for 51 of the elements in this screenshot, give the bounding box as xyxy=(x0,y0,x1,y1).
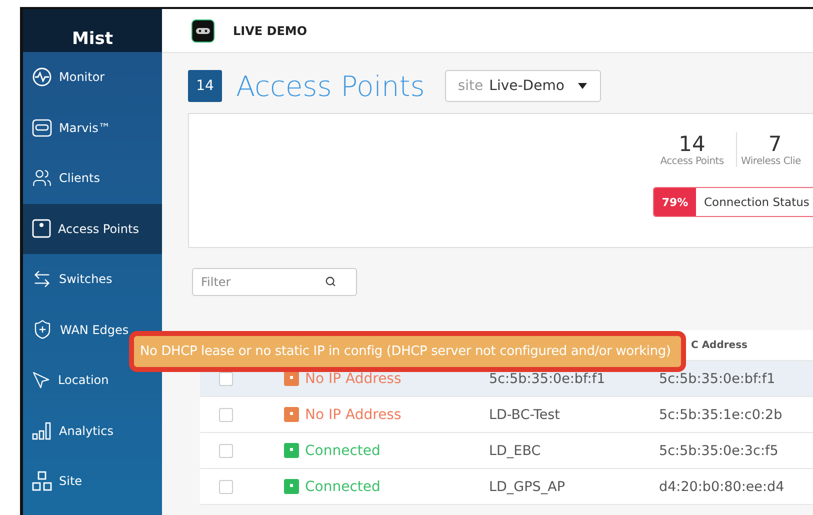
name-cell-text: LD_GPS_AP xyxy=(489,478,566,494)
mac-cell-text: d4:20:b0:80:ee:d4 xyxy=(659,478,786,494)
status-icon xyxy=(284,371,299,386)
stat-label: Access Points xyxy=(660,156,724,167)
row-checkbox[interactable] xyxy=(219,480,233,494)
sidebar-item[interactable]: Access Points xyxy=(23,204,162,254)
status-text: Connected xyxy=(284,478,489,494)
row-checkbox[interactable] xyxy=(219,444,233,458)
status-text: No IP Address xyxy=(284,370,489,386)
status-text: Connected xyxy=(284,442,489,458)
sidebar-item[interactable]: Marvis™ xyxy=(23,102,139,153)
live-demo-title: LIVE DEMO xyxy=(233,24,308,38)
pulse-icon xyxy=(32,67,52,88)
mist-logo: Mist xyxy=(23,9,162,52)
connection-status-button[interactable]: 79% Connection Status xyxy=(653,187,813,217)
robot-icon xyxy=(32,118,52,137)
tooltip: No DHCP lease or no static IP in config (DHCP server not configured and/or working) xyxy=(129,331,686,372)
access-point-icon xyxy=(32,219,51,238)
robot-icon xyxy=(191,18,215,42)
mac-cell-text: 5c:5b:35:0e:3c:f5 xyxy=(659,442,780,458)
stat-value: 7 xyxy=(768,132,782,156)
stat-label: Wireless Clie xyxy=(741,156,801,167)
status-text: No IP Address xyxy=(284,406,489,422)
search-icon xyxy=(325,276,336,287)
count-badge: 14 xyxy=(188,70,222,102)
status-icon xyxy=(284,407,299,422)
bar-chart-icon xyxy=(32,422,52,440)
site-dropdown[interactable]: site Live-Demo xyxy=(444,70,601,102)
page-title: Access Points xyxy=(236,70,425,102)
row-checkbox[interactable] xyxy=(219,408,233,422)
switch-icon xyxy=(32,269,52,290)
sidebar-item[interactable]: Switches xyxy=(23,254,139,304)
sidebar-item[interactable]: Analytics xyxy=(23,406,139,456)
mac-cell-text: 5c:5b:35:1e:c0:2b xyxy=(659,406,784,422)
name-cell-text: LD_EBC xyxy=(489,442,542,458)
site-icon xyxy=(32,471,52,492)
status-icon xyxy=(284,443,299,458)
row-checkbox[interactable] xyxy=(219,372,233,386)
status-icon xyxy=(284,479,299,494)
sidebar-item[interactable]: Monitor xyxy=(23,52,139,102)
users-icon xyxy=(32,168,52,188)
stat-value: 14 xyxy=(678,132,706,156)
navigation-icon xyxy=(32,370,51,390)
shield-plus-icon xyxy=(32,319,53,340)
filter-field[interactable]: Filter xyxy=(192,268,357,296)
caret-icon xyxy=(578,83,588,89)
mac-cell-text: 5c:5b:35:0e:bf:f1 xyxy=(659,370,776,386)
name-cell-text: 5c:5b:35:0e:bf:f1 xyxy=(489,370,606,386)
sidebar-item[interactable]: Clients xyxy=(23,153,139,204)
sidebar-item[interactable]: Site xyxy=(23,456,139,506)
name-cell-text: LD-BC-Test xyxy=(489,406,561,422)
